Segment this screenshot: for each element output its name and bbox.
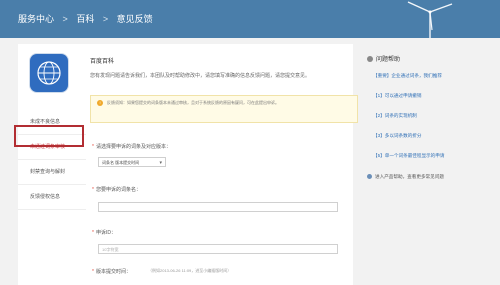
entry-name-input[interactable] <box>98 202 338 212</box>
info-icon: ! <box>97 100 103 106</box>
help-link[interactable]: 【1】可以通过申请撤销 <box>373 93 477 99</box>
breadcrumb-item-baike[interactable]: 百科 <box>76 14 94 24</box>
q1-label-text: 请选择要申诉的词条及对应版本： <box>95 144 171 150</box>
header-banner: 服务中心 > 百科 > 意见反馈 <box>0 0 500 38</box>
highlight-annotation-box <box>14 125 84 147</box>
appeal-id-input[interactable]: 10字符宽 <box>98 244 338 254</box>
wind-turbine-illustration <box>407 1 453 38</box>
sidebar-item-infringement[interactable]: 反馈侵权信息 <box>18 185 86 210</box>
product-description: 您有发现问题请告诉我们，本团队及时帮助修改中，请您填写准确的信息反馈问题，请您提… <box>90 73 311 79</box>
notice-box: ! 反馈须知：如果您提交的词条版本未通过审核，且对于系统反馈的原因有疑问，可在此… <box>90 95 358 123</box>
breadcrumb-item-service-center[interactable]: 服务中心 <box>18 14 54 24</box>
q4-label-text: 版本提交时间： <box>95 269 131 275</box>
help-footer-link[interactable]: 进入产品帮助，查看更多常见问题 <box>367 174 444 180</box>
required-asterisk: * <box>92 230 94 236</box>
help-panel: 问题帮助 【重要】企业通过词条，我们推荐 【1】可以通过申请撤销 【2】词条的实… <box>367 54 477 173</box>
required-asterisk: * <box>92 144 94 150</box>
question-icon <box>367 55 373 62</box>
breadcrumb-item-feedback: 意见反馈 <box>116 14 153 24</box>
q3-label: * 申诉ID： <box>92 229 116 236</box>
help-link[interactable]: 【5】单一个词条最佳程显示的申请 <box>373 153 477 159</box>
breadcrumb-separator: > <box>62 14 68 24</box>
select-value: 词条名 版本提交时间 <box>102 160 140 165</box>
chevron-down-icon: ▾ <box>159 160 162 166</box>
q2-label-text: 您要申诉的词条名： <box>95 187 141 193</box>
help-title-text: 问题帮助 <box>376 57 401 63</box>
help-footer-text: 进入产品帮助，查看更多常见问题 <box>375 174 444 179</box>
help-link[interactable]: 【2】词条的实现机制 <box>373 113 477 119</box>
q3-label-text: 申诉ID： <box>95 230 116 236</box>
q2-label: * 您要申诉的词条名： <box>92 186 141 193</box>
help-link[interactable]: 【3】多以词条数的折分 <box>373 133 477 139</box>
required-asterisk: * <box>92 269 94 275</box>
q1-label: * 请选择要申诉的词条及对应版本： <box>92 143 171 150</box>
sidebar-item-label: 反馈侵权信息 <box>30 194 61 200</box>
help-link[interactable]: 【重要】企业通过词条，我们推荐 <box>373 73 477 79</box>
appeal-id-placeholder: 10字符宽 <box>102 247 119 252</box>
notice-text: 反馈须知：如果您提交的词条版本未通过审核，且对于系统反馈的原因有疑问，可在此提出… <box>107 100 279 105</box>
breadcrumb-separator: > <box>102 14 109 24</box>
help-title: 问题帮助 <box>367 54 477 63</box>
required-asterisk: * <box>92 187 94 193</box>
arrow-circle-icon <box>367 174 372 180</box>
entry-version-select[interactable]: 词条名 版本提交时间 ▾ <box>98 157 166 167</box>
product-title: 百度百科 <box>90 59 115 65</box>
sidebar-item-ban-query[interactable]: 封禁查询与解封 <box>18 160 86 185</box>
breadcrumb: 服务中心 > 百科 > 意见反馈 <box>18 12 159 25</box>
baike-logo-icon <box>30 54 68 92</box>
submit-time-hint: （例如2013-06-26 11:09，进至小编插版时间） <box>148 268 232 273</box>
sidebar-item-label: 封禁查询与解封 <box>30 169 66 175</box>
q4-label: * 版本提交时间： <box>92 268 131 275</box>
